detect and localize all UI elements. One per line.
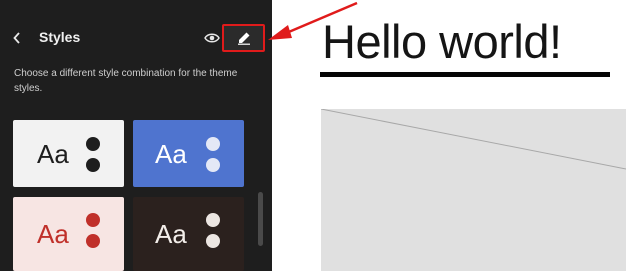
edit-styles-button[interactable] [222, 24, 265, 52]
sidebar-header: Styles [0, 0, 272, 76]
style-variation-card[interactable]: Aa [13, 120, 124, 187]
variation-sample-text: Aa [155, 219, 187, 249]
page-heading[interactable]: Hello world! [322, 14, 562, 70]
heading-underline [320, 72, 610, 77]
placeholder-diagonal [321, 109, 626, 170]
variation-color-dots [86, 213, 100, 248]
variation-color-dots [206, 213, 220, 248]
color-dot [206, 234, 220, 248]
sidebar-title: Styles [39, 29, 81, 45]
eye-icon [204, 33, 220, 43]
sidebar-scrollbar[interactable] [258, 192, 263, 246]
chevron-left-icon [13, 32, 20, 44]
variation-sample-text: Aa [37, 219, 69, 249]
color-dot [86, 137, 100, 151]
color-dot [206, 158, 220, 172]
variation-color-dots [86, 137, 100, 172]
color-dot [206, 137, 220, 151]
back-button[interactable] [8, 28, 26, 48]
color-dot [86, 213, 100, 227]
style-variation-card[interactable]: Aa [13, 197, 124, 271]
variation-sample-text: Aa [37, 138, 69, 169]
pencil-icon [237, 32, 250, 45]
variation-sample-text: Aa [155, 138, 187, 169]
sidebar-description: Choose a different style combination for… [14, 68, 238, 94]
image-placeholder[interactable] [321, 109, 626, 271]
preview-button[interactable] [203, 30, 221, 46]
style-variation-card[interactable]: Aa [133, 120, 244, 187]
style-variation-card[interactable]: Aa [133, 197, 244, 271]
color-dot [206, 213, 220, 227]
color-dot [86, 158, 100, 172]
color-dot [86, 234, 100, 248]
variation-color-dots [206, 137, 220, 172]
styles-sidebar: Styles Choose a different style combinat… [0, 0, 272, 271]
